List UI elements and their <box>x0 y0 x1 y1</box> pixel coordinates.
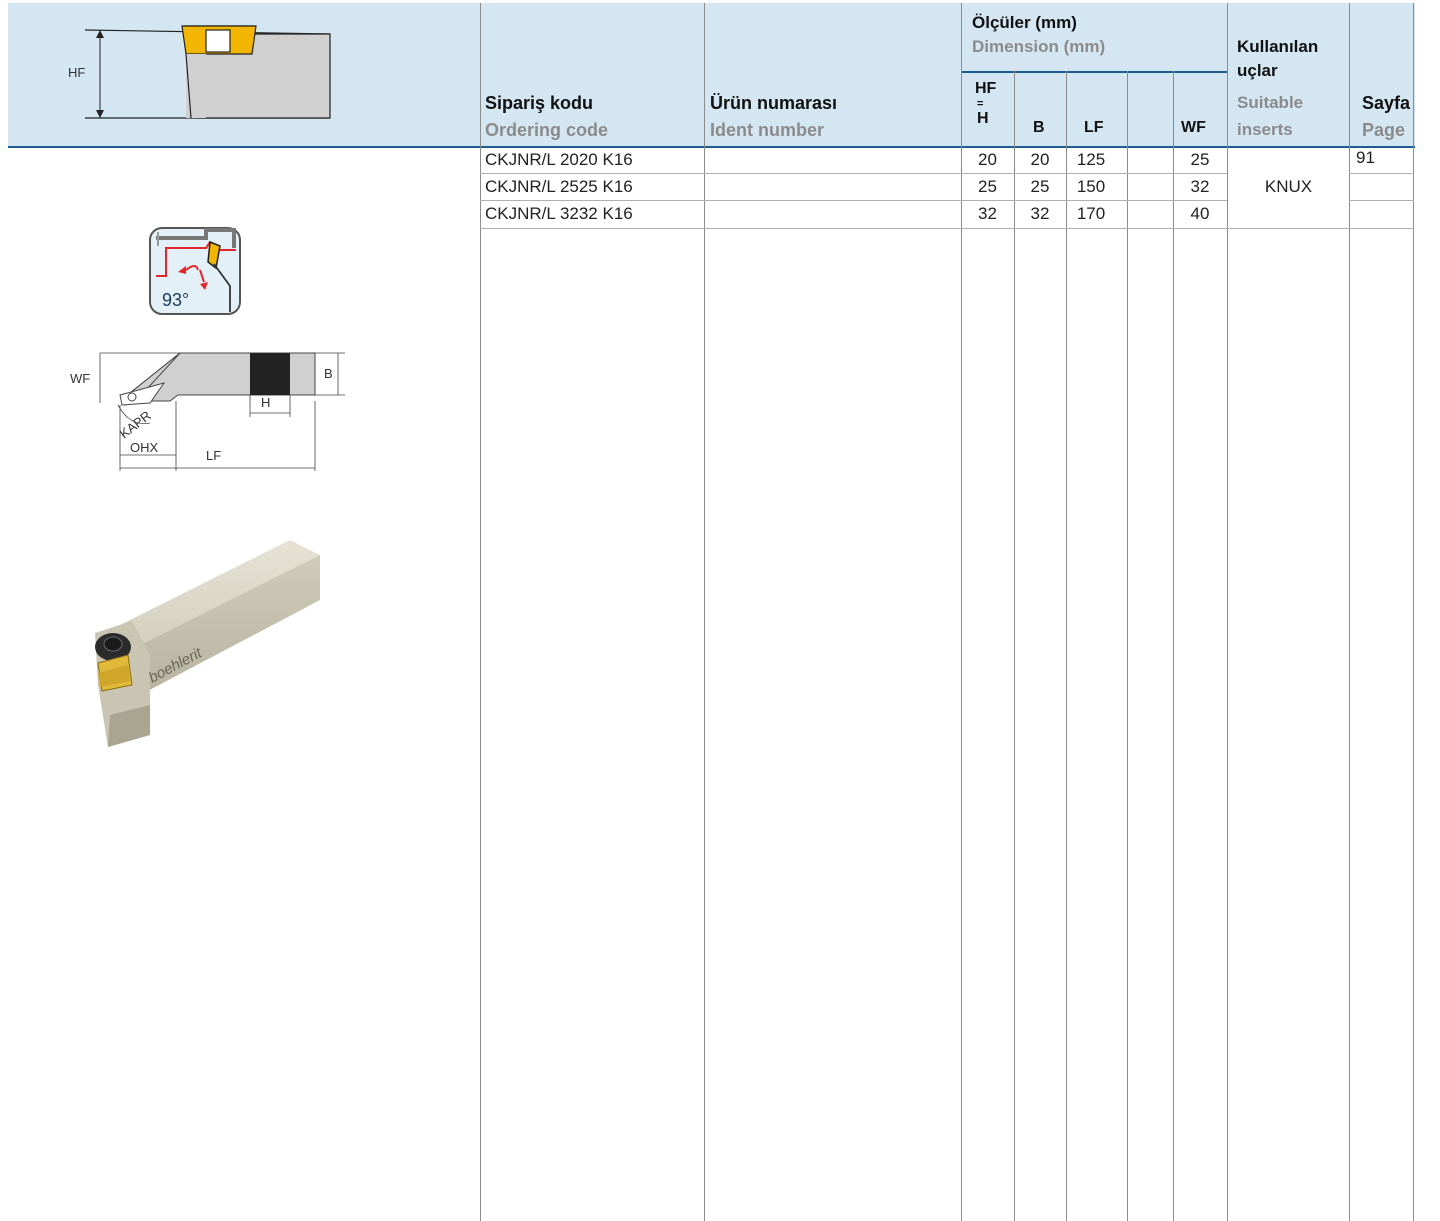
page-header-en: Page <box>1362 120 1406 140</box>
wf-cell: 40 <box>1190 204 1210 223</box>
col-line <box>1349 3 1350 1221</box>
row-line <box>1349 200 1414 201</box>
suitable-inserts-cell: KNUX <box>1264 177 1313 196</box>
ordering-code-header-en: Ordering code <box>485 120 609 140</box>
col-hf-header: HF <box>975 80 997 97</box>
col-line <box>480 3 481 1221</box>
inserts-header-en-line1: Suitable <box>1237 93 1304 112</box>
row-line <box>1349 173 1414 174</box>
dimensions-header: Ölçüler (mm) <box>972 13 1077 32</box>
inserts-header-line1: Kullanılan <box>1237 37 1319 56</box>
wf-cell: 32 <box>1190 177 1210 196</box>
h-label: H <box>261 395 270 410</box>
lf-label: LF <box>206 448 221 463</box>
col-line <box>704 3 705 1221</box>
inserts-header-line2: uçlar <box>1237 61 1278 80</box>
b-cell: 20 <box>1030 150 1050 169</box>
angle-label: 93° <box>162 290 189 310</box>
ident-number-header: Ürün numarası <box>710 93 838 113</box>
col-line <box>1173 71 1174 1221</box>
ohx-label: OHX <box>130 440 159 455</box>
holder-height-pictogram: HF <box>68 25 331 119</box>
b-cell: 32 <box>1030 204 1050 223</box>
hf-cell: 25 <box>978 177 997 196</box>
lf-cell: 125 <box>1076 150 1106 169</box>
toolholder-product-image: boehlerit <box>95 540 320 747</box>
col-line <box>1413 3 1414 1221</box>
col-lf-header: LF <box>1084 119 1104 136</box>
ordering-code-cell: CKJNR/L 2525 K16 <box>485 177 633 196</box>
ident-number-header-en: Ident number <box>710 120 825 140</box>
ordering-code-cell: CKJNR/L 2020 K16 <box>485 150 633 169</box>
equals-sign: = <box>977 98 984 110</box>
dimension-group-divider <box>962 71 1227 73</box>
page-cell: 91 <box>1356 148 1375 167</box>
approach-angle-icon: 93° <box>149 227 241 315</box>
col-line <box>1014 71 1015 1221</box>
b-cell: 25 <box>1030 177 1050 196</box>
inserts-header-en-line2: inserts <box>1237 120 1293 139</box>
header-divider <box>8 146 1415 148</box>
kapr-label: KAPR <box>117 408 154 442</box>
hf-cell: 32 <box>978 204 997 223</box>
holder-dimension-drawing: WF B H KAPR OHX LF <box>70 352 345 471</box>
dimensions-header-en: Dimension (mm) <box>972 37 1106 56</box>
col-b-header: B <box>1033 119 1045 136</box>
col-line <box>1066 71 1067 1221</box>
wf-label: WF <box>70 371 90 386</box>
row-line <box>480 228 1414 229</box>
ordering-code-header: Sipariş kodu <box>485 93 594 113</box>
lf-cell: 150 <box>1076 177 1106 196</box>
b-label: B <box>324 366 333 381</box>
lf-cell: 170 <box>1076 204 1106 223</box>
hf-cell: 20 <box>978 150 997 169</box>
row-line <box>480 173 1227 174</box>
row-line <box>480 200 1227 201</box>
ordering-code-cell: CKJNR/L 3232 K16 <box>485 204 633 223</box>
col-wf-header: WF <box>1181 119 1206 136</box>
page-header: Sayfa <box>1362 93 1411 113</box>
wf-cell: 25 <box>1190 150 1210 169</box>
col-line <box>1127 71 1128 1221</box>
hf-label: HF <box>68 65 85 80</box>
col-h-header: H <box>977 110 989 127</box>
